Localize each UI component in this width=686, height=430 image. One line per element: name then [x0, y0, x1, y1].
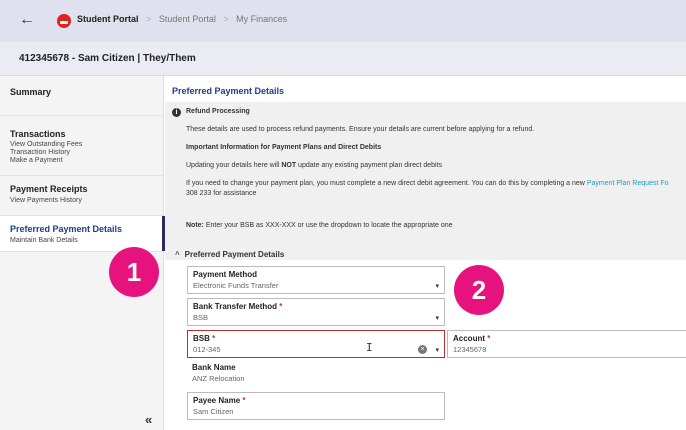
required-asterisk: * — [212, 334, 216, 343]
main-content: Preferred Payment Details i Refund Proce… — [165, 76, 686, 430]
back-arrow-icon[interactable]: ← — [19, 12, 35, 28]
field-label: BSB * — [193, 334, 215, 343]
info-heading-payment-plans: Important Information for Payment Plans … — [186, 144, 382, 151]
info-note: Note: Enter your BSB as XXX-XXX or use t… — [186, 222, 453, 229]
top-bar: ← Student Portal > Student Portal > My F… — [0, 0, 686, 42]
sidebar-item-payment-receipts: Payment Receipts View Payments History — [0, 176, 164, 216]
field-label-text: BSB — [193, 334, 210, 343]
info-text: update any existing payment plan direct … — [296, 162, 443, 169]
field-label: Bank Transfer Method * — [193, 302, 282, 311]
step-marker-1: 1 — [109, 247, 159, 297]
field-label: Bank Name — [192, 363, 236, 372]
info-icon: i — [172, 108, 181, 117]
info-text: If you need to change your payment plan,… — [186, 180, 587, 187]
sidebar-item-label[interactable]: Payment Receipts — [10, 184, 88, 194]
info-line-not-update: Updating your details here will NOT upda… — [186, 162, 442, 169]
bsb-input-value[interactable]: 012-345 — [193, 345, 221, 354]
info-line-phone: 308 233 for assistance — [186, 190, 257, 197]
section-toggle-preferred-payment-details[interactable]: ^ Preferred Payment Details — [175, 250, 284, 259]
student-portal-logo-icon — [57, 14, 71, 28]
collapse-sidebar-icon[interactable]: « — [145, 412, 152, 427]
field-label: Account * — [453, 334, 490, 343]
field-value: ANZ Relocation — [192, 374, 245, 383]
payment-method-select[interactable]: Payment Method Electronic Funds Transfer… — [187, 266, 445, 294]
clear-icon[interactable]: × — [418, 345, 427, 354]
field-value: Sam Citizen — [193, 407, 234, 416]
breadcrumb: Student Portal > Student Portal > My Fin… — [77, 14, 287, 24]
info-line-refunds: These details are used to process refund… — [186, 126, 535, 133]
breadcrumb-separator: > — [146, 14, 152, 24]
chevron-down-icon: ▾ — [435, 315, 439, 322]
sidebar-item-transactions: Transactions View Outstanding Fees Trans… — [0, 116, 164, 176]
sidebar-item-label: Summary — [10, 87, 52, 97]
refund-info-panel: i Refund Processing These details are us… — [165, 102, 686, 260]
info-text: Updating your details here will — [186, 162, 282, 169]
note-text: Enter your BSB as XXX-XXX or use the dro… — [203, 222, 453, 229]
required-asterisk: * — [487, 334, 491, 343]
bank-name-display: Bank Name ANZ Relocation — [187, 360, 445, 388]
sidebar-item-label[interactable]: Preferred Payment Details — [10, 224, 122, 234]
info-line-change-plan: If you need to change your payment plan,… — [186, 180, 669, 187]
sidebar-item-label[interactable]: Transactions — [10, 129, 66, 139]
info-heading: Refund Processing — [186, 108, 250, 115]
text-cursor-icon: I — [366, 341, 373, 354]
field-label-text: Payee Name — [193, 396, 241, 405]
field-value: 12345678 — [453, 345, 487, 354]
payment-plan-request-link[interactable]: Payment Plan Request Fo — [587, 180, 669, 187]
required-asterisk: * — [242, 396, 246, 405]
bank-transfer-method-select[interactable]: Bank Transfer Method * BSB ▾ — [187, 298, 445, 326]
bsb-combobox[interactable]: BSB * 012-345 I × ▾ — [187, 330, 445, 358]
chevron-up-icon: ^ — [175, 250, 180, 259]
section-title: Preferred Payment Details — [184, 250, 285, 259]
field-label-text: Bank Transfer Method — [193, 302, 278, 311]
user-header: 412345678 - Sam Citizen | They/Them — [0, 42, 686, 76]
note-label: Note: — [186, 222, 204, 229]
payee-name-field[interactable]: Payee Name * Sam Citizen — [187, 392, 445, 420]
sidebar-link-view-payments-history[interactable]: View Payments History — [10, 196, 82, 205]
sidebar-item-summary[interactable]: Summary — [0, 76, 164, 116]
account-field[interactable]: Account * 12345678 — [447, 330, 686, 358]
info-text-emphasis: NOT — [281, 162, 297, 169]
breadcrumb-brand[interactable]: Student Portal — [77, 14, 139, 24]
page-title: Preferred Payment Details — [172, 86, 285, 96]
field-label: Payment Method — [193, 270, 258, 279]
field-value: Electronic Funds Transfer — [193, 281, 279, 290]
step-marker-2: 2 — [454, 265, 504, 315]
breadcrumb-item-my-finances[interactable]: My Finances — [236, 14, 287, 24]
sidebar-link-make-a-payment[interactable]: Make a Payment — [10, 156, 63, 165]
sidebar-link-maintain-bank-details[interactable]: Maintain Bank Details — [10, 236, 78, 245]
student-identity: 412345678 - Sam Citizen | They/Them — [19, 53, 196, 64]
chevron-down-icon: ▾ — [435, 283, 439, 290]
breadcrumb-item-student-portal[interactable]: Student Portal — [159, 14, 216, 24]
required-asterisk: * — [279, 302, 283, 311]
field-value: BSB — [193, 313, 209, 322]
field-label: Payee Name * — [193, 396, 246, 405]
breadcrumb-separator: > — [223, 14, 229, 24]
field-label-text: Account — [453, 334, 485, 343]
chevron-down-icon[interactable]: ▾ — [435, 346, 439, 354]
